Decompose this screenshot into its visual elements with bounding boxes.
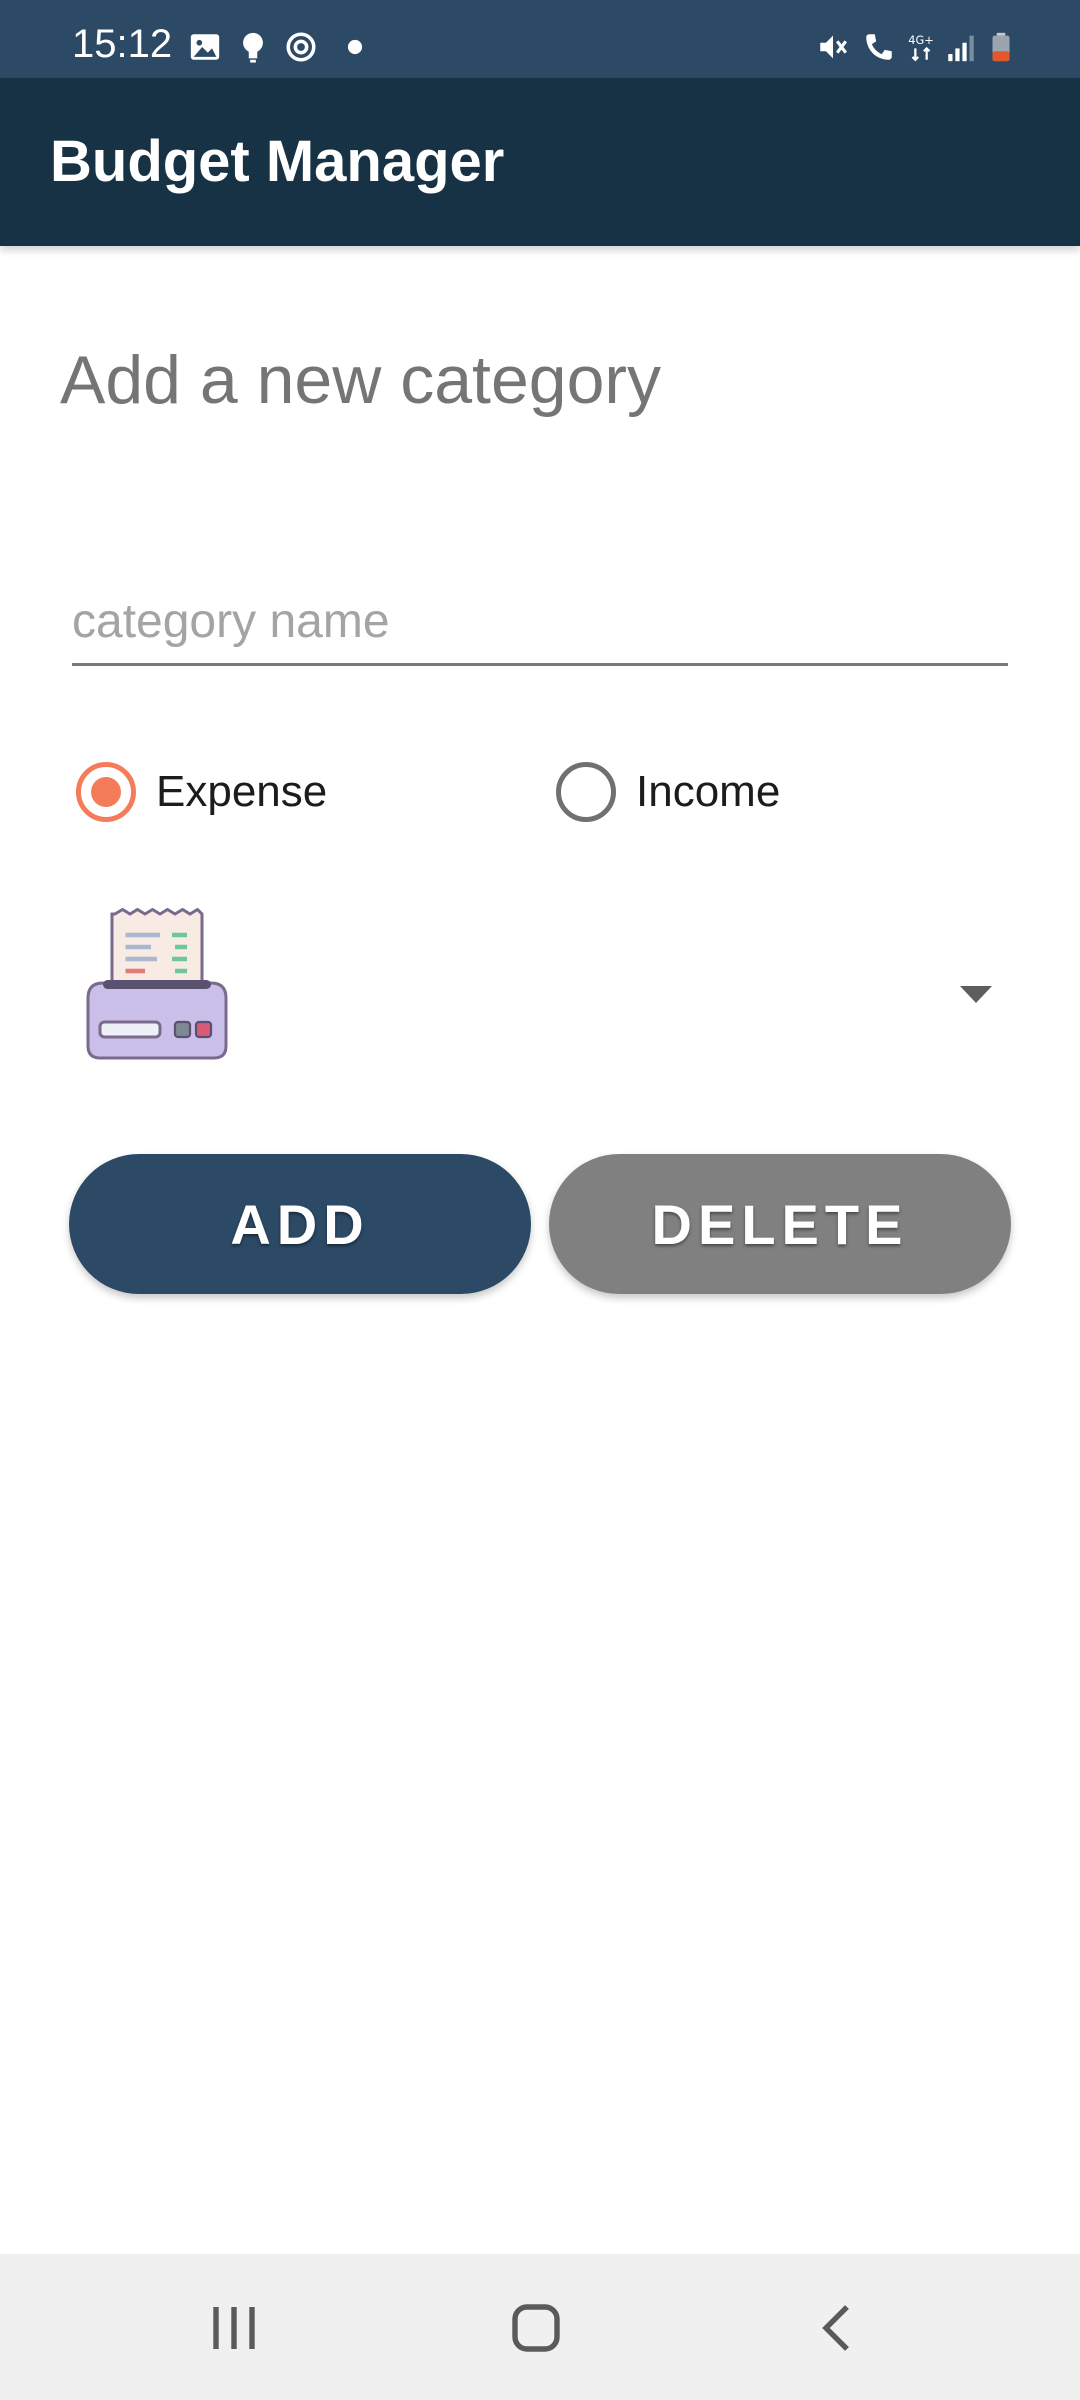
income-radio[interactable]: Income bbox=[556, 756, 780, 828]
income-radio-circle[interactable] bbox=[556, 762, 616, 822]
navigation-bar bbox=[0, 2254, 1080, 2400]
income-radio-label: Income bbox=[636, 767, 781, 816]
status-time: 15:12 bbox=[72, 22, 173, 66]
add-button[interactable]: ADD bbox=[69, 1154, 531, 1294]
sync-icon bbox=[286, 32, 316, 62]
receipt-printer-icon bbox=[86, 908, 228, 1060]
dropdown-arrow-icon[interactable] bbox=[960, 986, 992, 1003]
call-icon bbox=[866, 34, 892, 60]
home-icon[interactable] bbox=[500, 2292, 572, 2364]
expense-radio-label: Expense bbox=[156, 767, 328, 816]
category-name-input[interactable] bbox=[72, 580, 1008, 666]
signal-icon bbox=[948, 35, 974, 62]
app-bar: Budget Manager bbox=[0, 78, 1080, 246]
svg-text:4G+: 4G+ bbox=[908, 33, 933, 47]
back-icon[interactable] bbox=[802, 2292, 874, 2364]
dot-icon bbox=[347, 39, 363, 55]
page-heading: Add a new category bbox=[60, 342, 662, 418]
mute-icon bbox=[820, 35, 847, 59]
image-icon bbox=[190, 34, 220, 60]
network-4g-icon: 4G+ bbox=[908, 33, 934, 62]
expense-radio[interactable]: Expense bbox=[76, 756, 327, 828]
lightbulb-icon bbox=[243, 32, 263, 63]
status-bar: 15:12 4G+ bbox=[0, 0, 1080, 78]
app-title: Budget Manager bbox=[50, 129, 505, 194]
recents-icon[interactable] bbox=[198, 2292, 270, 2364]
expense-radio-circle[interactable] bbox=[76, 762, 136, 822]
delete-button[interactable]: DELETE bbox=[549, 1154, 1011, 1294]
category-icon-spinner[interactable] bbox=[72, 908, 992, 1068]
battery-icon bbox=[992, 32, 1010, 62]
